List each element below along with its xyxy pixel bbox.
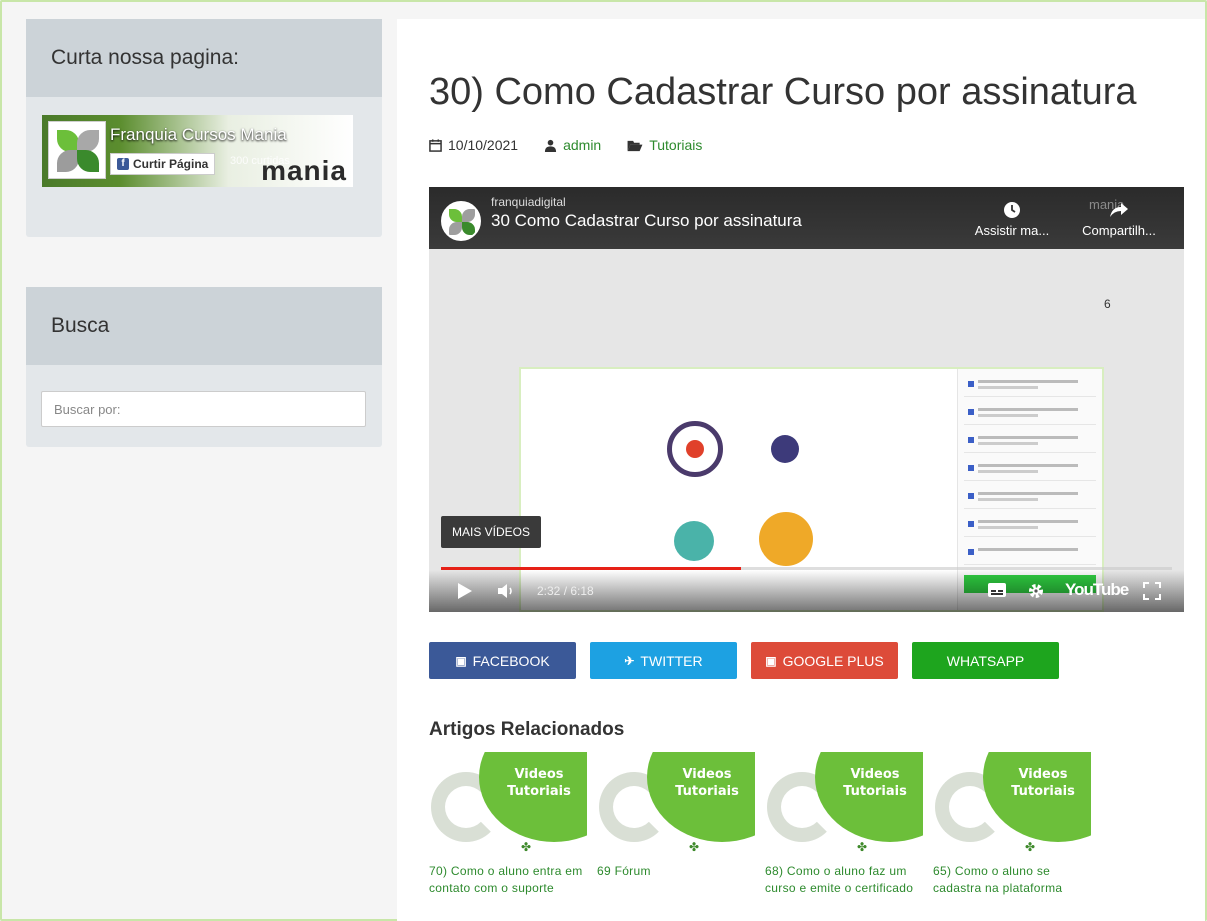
facebook-page-plugin[interactable]: Franquia Cursos Mania f Curtir Página 30…	[42, 115, 353, 187]
post-meta: 10/10/2021 admin Tutoriais	[429, 137, 702, 153]
twitter-icon: ✈	[624, 653, 635, 668]
volume-icon[interactable]	[497, 582, 515, 600]
related-article-link[interactable]: 69 Fórum	[597, 863, 755, 880]
leaf-logo-icon: ✤	[521, 840, 532, 854]
thumb-label-line2: Tutoriais	[675, 784, 739, 799]
facebook-page-name[interactable]: Franquia Cursos Mania	[110, 125, 287, 145]
google-plus-icon: ▣	[765, 653, 777, 668]
facebook-widget-title: Curta nossa pagina:	[26, 19, 382, 97]
thumb-label-line2: Tutoriais	[843, 784, 907, 799]
whatsapp-share-button[interactable]: WHATSAPP	[912, 642, 1059, 679]
facebook-like-label: Curtir Página	[133, 157, 209, 171]
twitter-share-label: TWITTER	[640, 652, 703, 669]
related-article-link[interactable]: 68) Como o aluno faz um curso e emite o …	[765, 863, 923, 897]
related-article-thumbnail[interactable]: Videos Tutoriais ✤	[765, 752, 923, 858]
thumb-label-line2: Tutoriais	[1011, 784, 1075, 799]
share-buttons: ▣ FACEBOOK ✈ TWITTER ▣ GOOGLE PLUS WHATS…	[429, 642, 1059, 679]
facebook-share-button[interactable]: ▣ FACEBOOK	[429, 642, 576, 679]
facebook-share-label: FACEBOOK	[472, 652, 550, 669]
target-center	[686, 440, 704, 458]
more-videos-button[interactable]: MAIS VÍDEOS	[441, 516, 542, 548]
franquia-logo	[48, 121, 106, 179]
video-top-bar: franquiadigital 30 Como Cadastrar Curso …	[429, 187, 1184, 249]
facebook-widget: Curta nossa pagina: Franquia Cursos Mani…	[26, 19, 382, 237]
video-title[interactable]: 30 Como Cadastrar Curso por assinatura	[491, 211, 802, 231]
google-plus-share-label: GOOGLE PLUS	[782, 652, 884, 669]
target-circle	[667, 421, 723, 477]
thumb-label-line1: Videos	[682, 767, 732, 782]
search-widget: Busca	[26, 287, 382, 447]
share-arrow-icon	[1110, 203, 1128, 217]
related-article-link[interactable]: 70) Como o aluno entra em contato com o …	[429, 863, 587, 897]
video-time: 2:32 / 6:18	[537, 584, 594, 598]
related-article-card[interactable]: Videos Tutoriais ✤ 68) Como o aluno faz u…	[765, 752, 923, 897]
facebook-icon: ▣	[455, 653, 467, 668]
related-article-card[interactable]: Videos Tutoriais ✤ 70) Como o aluno entra…	[429, 752, 587, 897]
thumb-label-line1: Videos	[514, 767, 564, 782]
related-article-card[interactable]: Videos Tutoriais ✤ 69 Fórum	[597, 752, 755, 897]
thumb-label-line1: Videos	[850, 767, 900, 782]
play-icon[interactable]	[457, 582, 473, 600]
related-article-link[interactable]: 65) Como o aluno se cadastra na platafor…	[933, 863, 1091, 897]
calendar-icon	[429, 138, 442, 152]
youtube-logo[interactable]: YouTube	[1065, 580, 1129, 600]
whatsapp-share-label: WHATSAPP	[946, 652, 1025, 669]
video-share-label: Compartilh...	[1082, 223, 1156, 238]
google-plus-share-button[interactable]: ▣ GOOGLE PLUS	[751, 642, 898, 679]
main-content: 30) Como Cadastrar Curso por assinatura …	[397, 19, 1205, 921]
related-article-thumbnail[interactable]: Videos Tutoriais ✤	[597, 752, 755, 858]
captions-icon[interactable]	[987, 582, 1007, 598]
video-page-number: 6	[1104, 297, 1111, 311]
leaf-logo-icon: ✤	[689, 840, 700, 854]
related-article-card[interactable]: Videos Tutoriais ✤ 65) Como o aluno se ca…	[933, 752, 1091, 897]
video-controls: 2:32 / 6:18 YouTube	[429, 570, 1184, 612]
leaf-logo-icon: ✤	[1025, 840, 1036, 854]
post-category-link[interactable]: Tutoriais	[649, 137, 702, 153]
clock-icon	[1004, 202, 1020, 218]
video-channel-name[interactable]: franquiadigital	[491, 195, 566, 209]
post-title: 30) Como Cadastrar Curso por assinatura	[429, 71, 1137, 113]
twitter-share-button[interactable]: ✈ TWITTER	[590, 642, 737, 679]
thumb-label-line2: Tutoriais	[507, 784, 571, 799]
folder-open-icon	[627, 140, 643, 151]
watch-later-label: Assistir ma...	[974, 223, 1050, 238]
video-player[interactable]: franquiadigital 30 Como Cadastrar Curso …	[429, 187, 1184, 612]
user-icon	[545, 139, 557, 152]
post-date: 10/10/2021	[448, 137, 519, 153]
page-frame: Curta nossa pagina: Franquia Cursos Mani…	[0, 0, 1207, 921]
search-input[interactable]	[41, 391, 366, 427]
leaf-logo-icon: ✤	[857, 840, 868, 854]
video-share-button[interactable]: Compartilh...	[1074, 201, 1164, 238]
settings-gear-icon[interactable]	[1027, 582, 1045, 600]
post-author-link[interactable]: admin	[563, 137, 601, 153]
orange-dot	[759, 512, 813, 566]
facebook-icon: f	[117, 158, 129, 170]
facebook-brand-text: mania	[261, 155, 347, 186]
fullscreen-icon[interactable]	[1143, 582, 1161, 600]
thumb-label-line1: Videos	[1018, 767, 1068, 782]
channel-avatar[interactable]	[441, 201, 481, 241]
related-articles-heading: Artigos Relacionados	[429, 719, 625, 740]
purple-dot	[771, 435, 799, 463]
watch-later-button[interactable]: Assistir ma...	[972, 201, 1052, 238]
related-article-thumbnail[interactable]: Videos Tutoriais ✤	[429, 752, 587, 858]
related-articles-list: Videos Tutoriais ✤ 70) Como o aluno entra…	[429, 752, 1091, 897]
teal-dot	[674, 521, 714, 561]
related-article-thumbnail[interactable]: Videos Tutoriais ✤	[933, 752, 1091, 858]
search-widget-title: Busca	[26, 287, 382, 365]
facebook-like-button[interactable]: f Curtir Página	[110, 153, 216, 175]
